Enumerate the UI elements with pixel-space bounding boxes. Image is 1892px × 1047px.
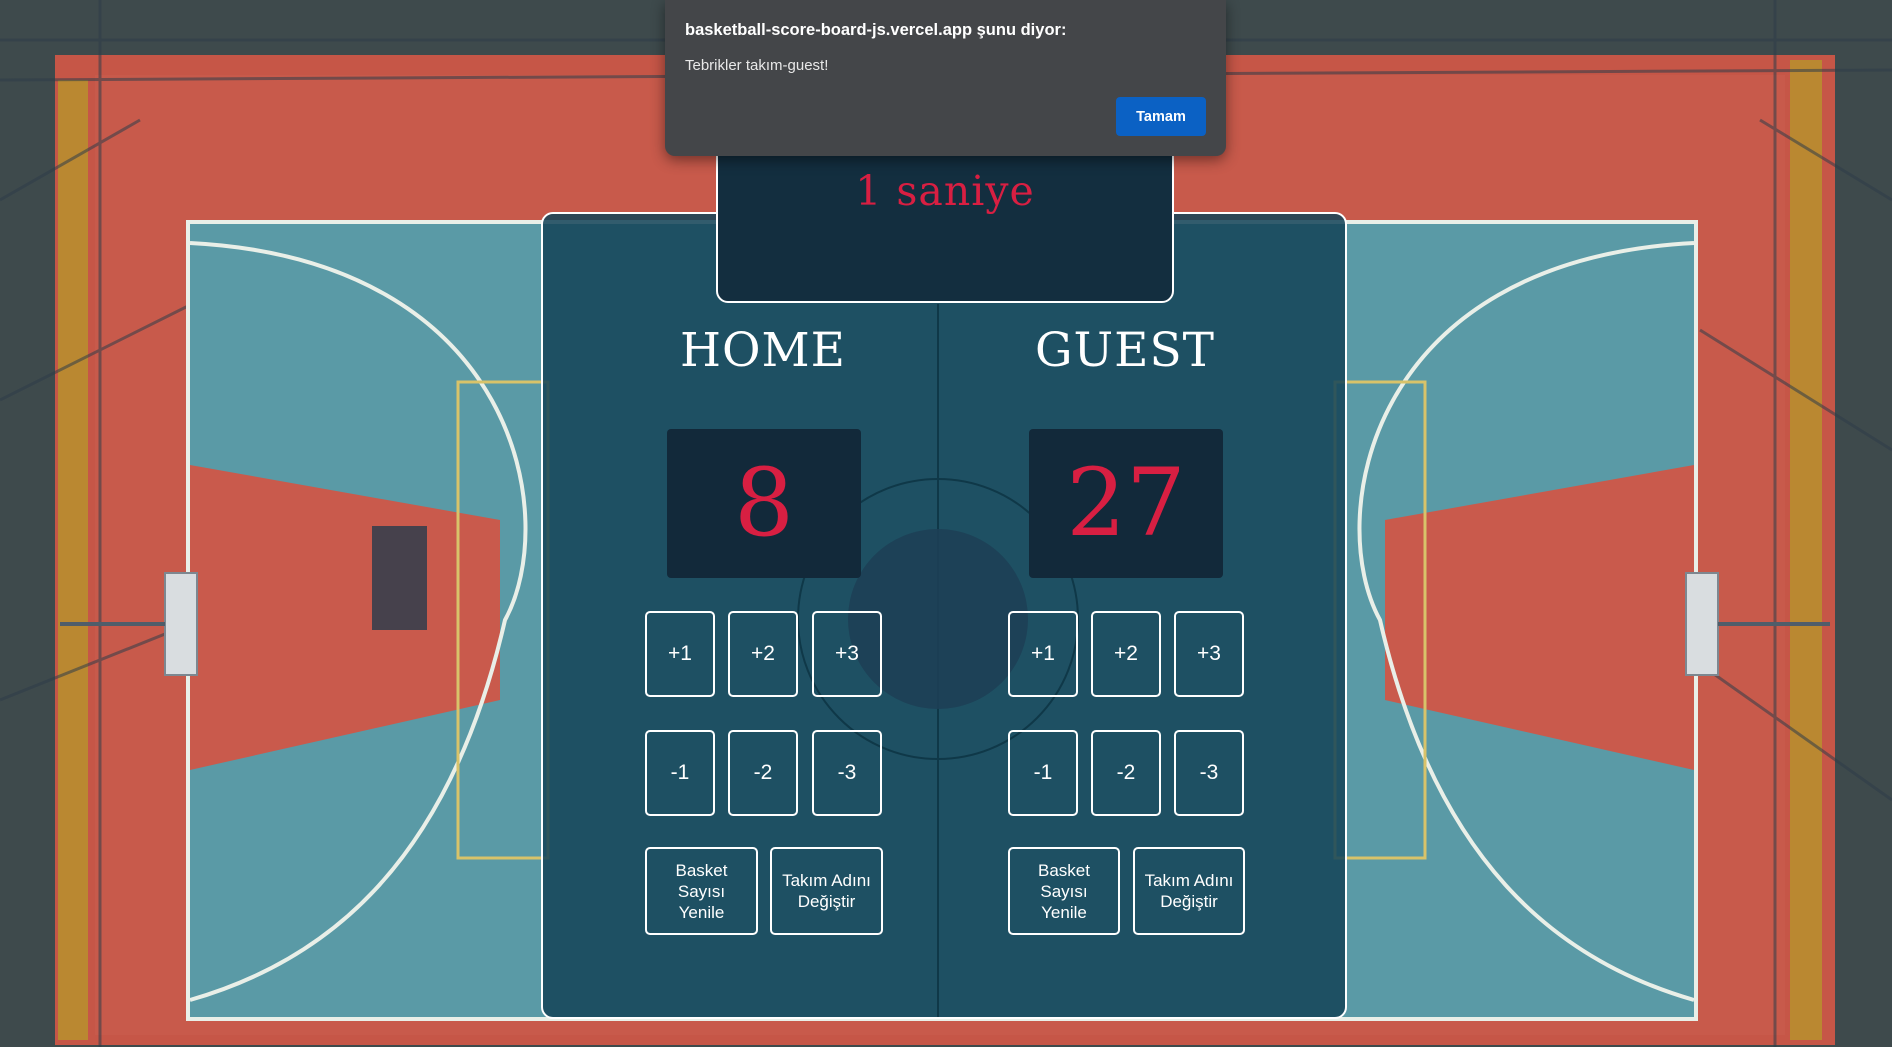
guest-add-2-button[interactable]: +2	[1091, 611, 1161, 697]
guest-add-3-button[interactable]: +3	[1174, 611, 1244, 697]
guest-reset-score-button[interactable]: Basket Sayısı Yenile	[1008, 847, 1120, 935]
guest-sub-3-button[interactable]: -3	[1174, 730, 1244, 816]
timer-text: 1 saniye	[855, 167, 1035, 215]
home-add-3-button[interactable]: +3	[812, 611, 882, 697]
dialog-message: Tebrikler takım-guest!	[685, 57, 829, 74]
dialog-title: basketball-score-board-js.vercel.app şun…	[685, 21, 1067, 39]
guest-sub-1-button[interactable]: -1	[1008, 730, 1078, 816]
home-score: 8	[734, 448, 794, 558]
guest-team-name: GUEST	[1034, 323, 1215, 378]
guest-rename-team-button[interactable]: Takım Adını Değiştir	[1133, 847, 1245, 935]
home-score-box: 8	[667, 429, 861, 578]
home-reset-score-button[interactable]: Basket Sayısı Yenile	[645, 847, 758, 935]
home-sub-3-button[interactable]: -3	[812, 730, 882, 816]
home-add-1-button[interactable]: +1	[645, 611, 715, 697]
guest-sub-2-button[interactable]: -2	[1091, 730, 1161, 816]
home-sub-2-button[interactable]: -2	[728, 730, 798, 816]
home-add-2-button[interactable]: +2	[728, 611, 798, 697]
guest-score-box: 27	[1029, 429, 1223, 578]
dialog-ok-button[interactable]: Tamam	[1116, 97, 1206, 136]
home-sub-1-button[interactable]: -1	[645, 730, 715, 816]
alert-dialog: basketball-score-board-js.vercel.app şun…	[665, 0, 1226, 156]
home-rename-team-button[interactable]: Takım Adını Değiştir	[770, 847, 883, 935]
timer-display: 1 saniye	[716, 150, 1174, 303]
home-team-name: HOME	[680, 323, 846, 378]
guest-add-1-button[interactable]: +1	[1008, 611, 1078, 697]
guest-score: 27	[1066, 448, 1186, 558]
